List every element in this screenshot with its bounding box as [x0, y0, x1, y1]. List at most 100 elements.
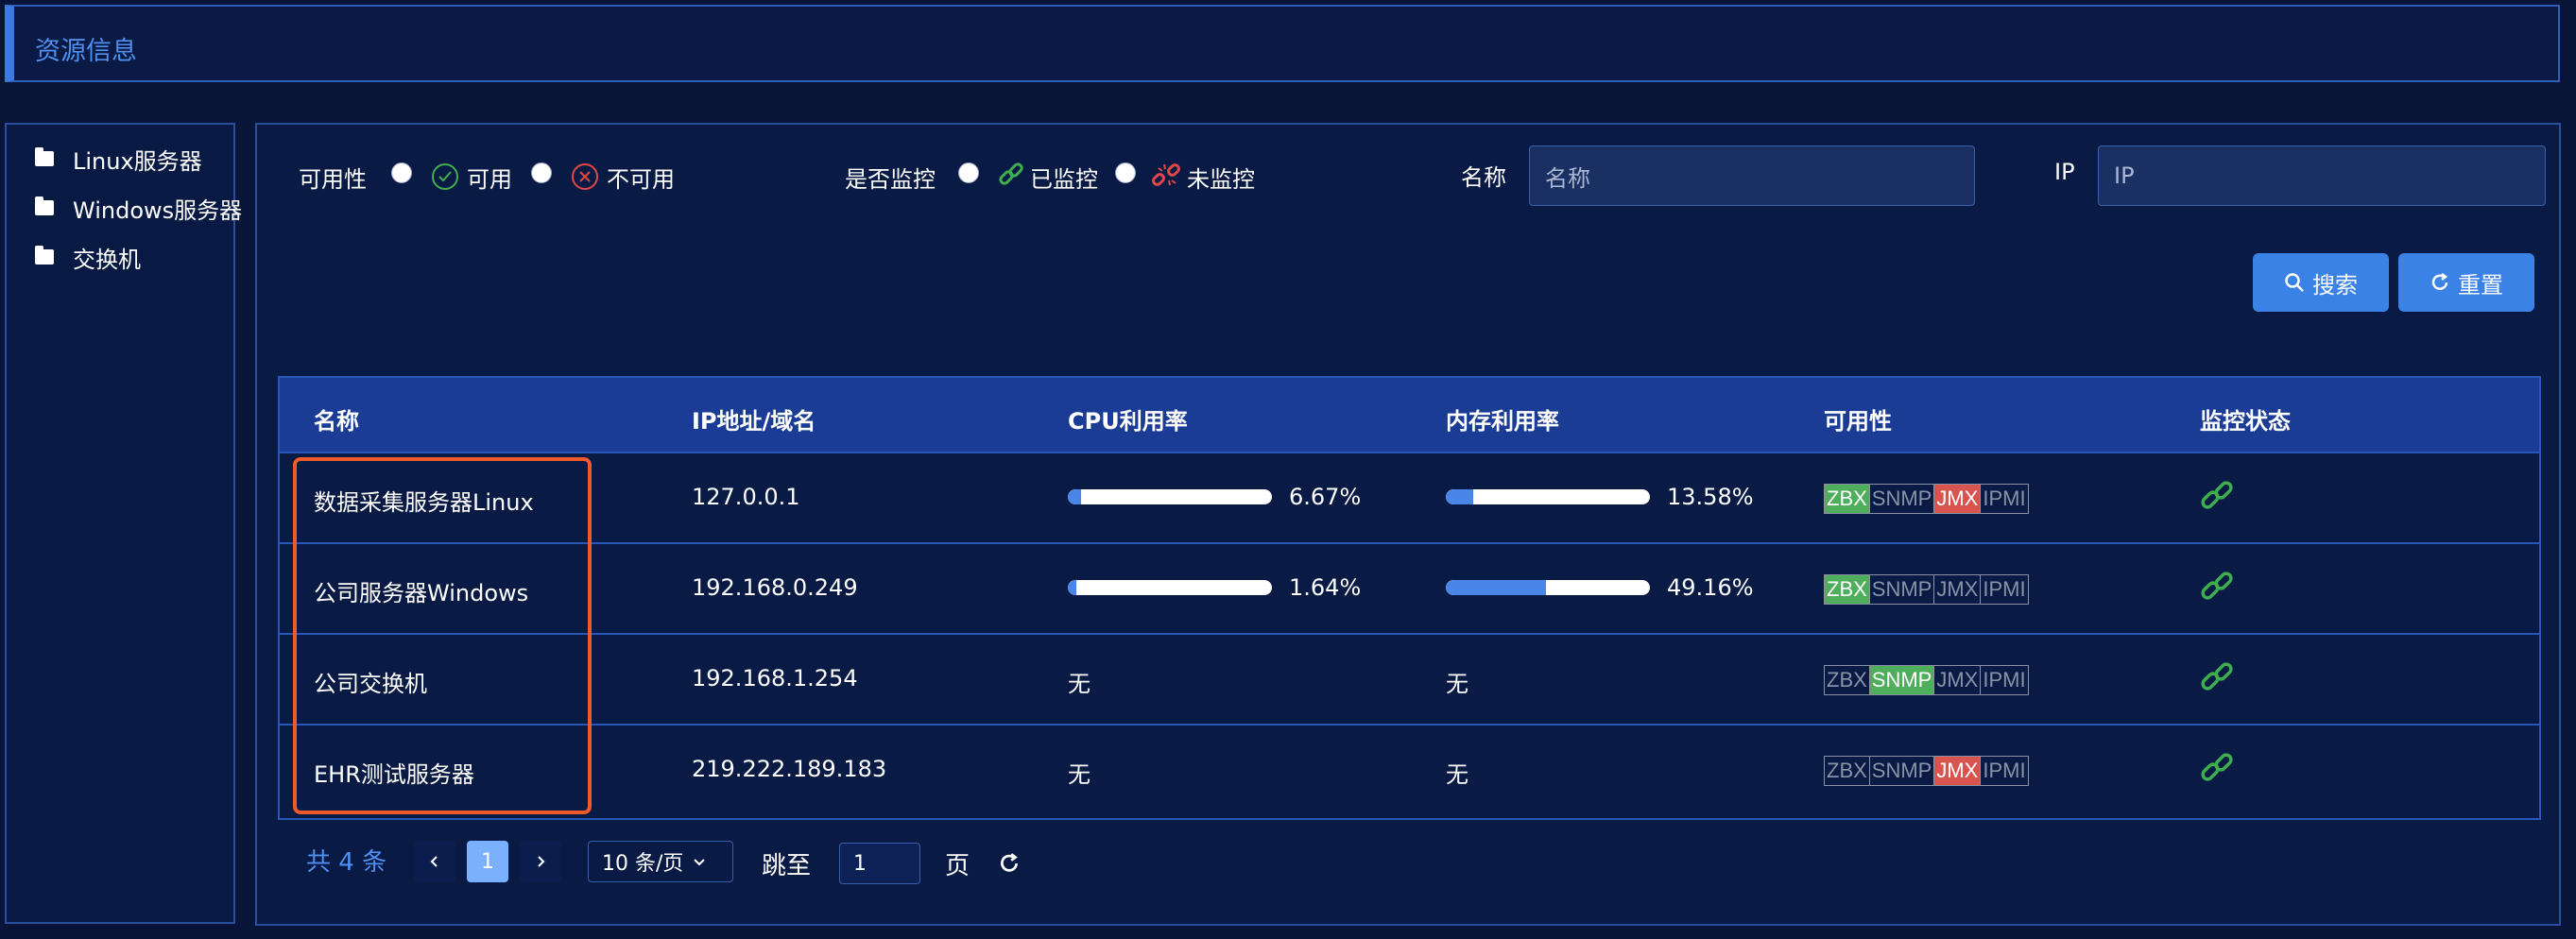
protocol-tag-snmp: SNMP	[1870, 485, 1935, 513]
row-ip: 219.222.189.183	[692, 756, 887, 782]
col-availability: 可用性	[1824, 408, 1892, 435]
row-ip: 127.0.0.1	[692, 484, 800, 510]
folder-icon	[35, 147, 54, 166]
cpu-progress-bar	[1068, 580, 1272, 595]
next-page-button[interactable]	[520, 841, 561, 882]
name-column-highlight	[293, 457, 592, 814]
memory-progress-fill	[1446, 580, 1547, 595]
memory-value: 无	[1446, 761, 1468, 788]
jump-label: 跳至	[762, 852, 812, 880]
search-button[interactable]: 搜索	[2253, 253, 2389, 312]
link-icon[interactable]	[2198, 478, 2236, 516]
broken-link-icon	[1152, 163, 1180, 186]
page-header: 资源信息	[5, 5, 2560, 82]
cpu-percent: 6.67%	[1289, 484, 1362, 510]
sidebar-item-label: 交换机	[73, 246, 141, 273]
memory-progress-bar	[1446, 580, 1650, 595]
cpu-progress-fill	[1068, 489, 1082, 504]
name-input[interactable]: 名称	[1529, 145, 1975, 206]
main-panel: 可用性 可用 不可用 是否监控 已监控 未监控 名称 名称 IP IP 搜索 重…	[255, 123, 2561, 926]
name-filter-label: 名称	[1461, 164, 1506, 191]
table-row[interactable]: 数据采集服务器Linux 127.0.0.1 6.67% 13.58% ZBX S…	[280, 452, 2539, 542]
protocol-tag-ipmi: IPMI	[1983, 668, 2026, 691]
refresh-icon	[2431, 273, 2448, 290]
cpu-value: 无	[1068, 671, 1091, 697]
protocol-tag-jmx: JMX	[1934, 666, 1982, 694]
page-button-current[interactable]: 1	[467, 841, 508, 882]
table-row[interactable]: 公司服务器Windows 192.168.0.249 1.64% 49.16% …	[280, 542, 2539, 633]
link-icon[interactable]	[2198, 569, 2236, 606]
col-name: 名称	[314, 408, 359, 435]
sidebar-item-switch[interactable]: 交换机	[35, 238, 141, 276]
sidebar-item-windows[interactable]: Windows服务器	[35, 189, 242, 227]
ip-filter-label: IP	[2054, 159, 2075, 185]
prev-page-button[interactable]	[414, 841, 455, 882]
protocol-tag-zbx: ZBX	[1825, 666, 1870, 694]
memory-progress-fill	[1446, 489, 1474, 504]
pagination-total: 共 4 条	[306, 848, 387, 877]
memory-value: 无	[1446, 671, 1468, 697]
refresh-icon[interactable]	[998, 852, 1021, 875]
memory-progress-bar	[1446, 489, 1650, 504]
table-row[interactable]: EHR测试服务器 219.222.189.183 无 无 ZBX SNMP JMX I…	[280, 724, 2539, 814]
protocol-tags: ZBX SNMP JMX IPMI	[1824, 756, 2029, 786]
protocol-tags: ZBX SNMP JMX IPMI	[1824, 484, 2029, 514]
sidebar-item-linux[interactable]: Linux服务器	[35, 140, 202, 178]
cpu-progress-fill	[1068, 580, 1076, 595]
reset-button[interactable]: 重置	[2398, 253, 2534, 312]
row-ip: 192.168.1.254	[692, 665, 858, 691]
sidebar: Linux服务器 Windows服务器 交换机	[5, 123, 242, 924]
protocol-tags: ZBX SNMP JMX IPMI	[1824, 665, 2029, 695]
monitored-radio[interactable]	[958, 162, 979, 183]
row-ip: 192.168.0.249	[692, 574, 858, 601]
resource-table: 名称 IP地址/域名 CPU利用率 内存利用率 可用性 监控状态 数据采集服务器…	[278, 376, 2541, 820]
col-cpu: CPU利用率	[1068, 408, 1188, 435]
col-ip: IP地址/域名	[692, 408, 816, 435]
link-icon[interactable]	[2198, 750, 2236, 788]
protocol-tag-jmx: JMX	[1934, 485, 1982, 513]
sidebar-item-label: Windows服务器	[73, 196, 243, 224]
unavailable-radio[interactable]	[531, 162, 552, 183]
unavailable-label: 不可用	[607, 166, 675, 193]
monitored-label: 已监控	[1030, 166, 1098, 193]
chevron-right-icon	[538, 856, 545, 867]
available-label: 可用	[467, 166, 512, 193]
protocol-tag-zbx: ZBX	[1825, 575, 1870, 604]
memory-percent: 13.58%	[1667, 484, 1754, 510]
unmonitored-radio[interactable]	[1115, 162, 1136, 183]
link-icon	[999, 162, 1023, 185]
cpu-progress-bar	[1068, 489, 1272, 504]
unmonitored-label: 未监控	[1187, 166, 1255, 193]
protocol-tag-zbx: ZBX	[1825, 757, 1870, 785]
sidebar-item-label: Linux服务器	[73, 147, 202, 175]
jump-page-input[interactable]: 1	[839, 843, 920, 884]
search-button-label: 搜索	[2312, 271, 2358, 299]
folder-icon	[35, 196, 54, 215]
cpu-percent: 1.64%	[1289, 574, 1362, 601]
available-radio[interactable]	[391, 162, 412, 183]
page-size-value: 10 条/页	[602, 852, 684, 876]
col-memory: 内存利用率	[1446, 408, 1559, 435]
table-header: 名称 IP地址/域名 CPU利用率 内存利用率 可用性 监控状态	[280, 378, 2539, 452]
close-circle-icon	[572, 163, 598, 190]
protocol-tag-zbx: ZBX	[1825, 485, 1870, 513]
memory-percent: 49.16%	[1667, 574, 1754, 601]
ip-input[interactable]: IP	[2098, 145, 2546, 206]
check-circle-icon	[432, 163, 458, 190]
reset-button-label: 重置	[2458, 271, 2503, 299]
protocol-tag-snmp: SNMP	[1870, 575, 1935, 604]
table-row[interactable]: 公司交换机 192.168.1.254 无 无 ZBX SNMP JMX IPMI	[280, 633, 2539, 724]
search-icon	[2285, 273, 2304, 292]
protocol-tag-ipmi: IPMI	[1983, 577, 2026, 601]
protocol-tags: ZBX SNMP JMX IPMI	[1824, 574, 2029, 605]
monitor-label: 是否监控	[845, 166, 936, 193]
folder-icon	[35, 246, 54, 265]
availability-label: 可用性	[299, 166, 367, 193]
protocol-tag-ipmi: IPMI	[1983, 487, 2026, 510]
link-icon[interactable]	[2198, 659, 2236, 697]
page-size-select[interactable]: 10 条/页	[588, 841, 733, 882]
col-monitor-status: 监控状态	[2200, 408, 2291, 435]
protocol-tag-snmp: SNMP	[1870, 757, 1935, 785]
page-title: 资源信息	[35, 37, 137, 66]
page-suffix: 页	[945, 852, 970, 880]
